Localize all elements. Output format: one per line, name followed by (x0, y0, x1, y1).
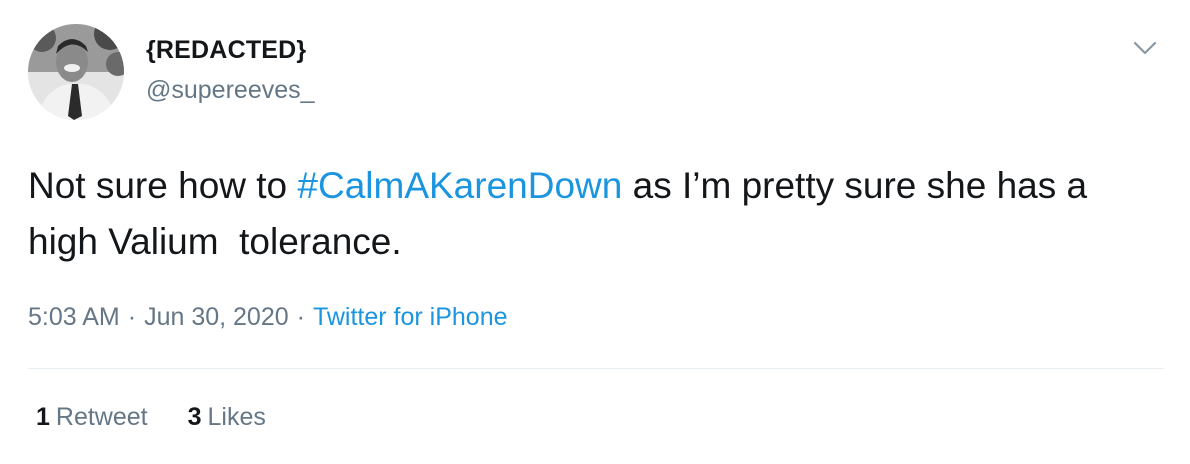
tweet-date[interactable]: Jun 30, 2020 (144, 303, 289, 331)
retweets-label: Retweet (55, 403, 148, 431)
tweet-text-start: Not sure how to (28, 165, 298, 206)
likes-count: 3 (187, 403, 202, 431)
likes-label: Likes (207, 403, 266, 431)
likes-stat[interactable]: 3 Likes (188, 403, 266, 432)
display-name[interactable]: {REDACTED} (146, 36, 306, 65)
tweet-card: {REDACTED} @supereeves_ Not sure how to … (0, 0, 1190, 464)
tweet-metadata: 5:03 AM · Jun 30, 2020 · Twitter for iPhone (28, 303, 508, 332)
user-handle[interactable]: @supereeves_ (146, 76, 315, 105)
avatar[interactable] (28, 24, 124, 120)
hashtag-link[interactable]: #CalmAKarenDown (297, 165, 622, 206)
engagement-stats: 1 Retweet 3 Likes (36, 403, 266, 432)
separator-dot: · (127, 303, 137, 331)
chevron-down-icon[interactable] (1131, 36, 1159, 60)
tweet-time[interactable]: 5:03 AM (28, 303, 120, 331)
retweets-stat[interactable]: 1 Retweet (36, 403, 148, 432)
avatar-photo (28, 24, 124, 120)
divider (28, 368, 1164, 369)
tweet-text: Not sure how to #CalmAKarenDown as I’m p… (28, 158, 1148, 270)
retweets-count: 1 (36, 403, 50, 431)
source-link[interactable]: Twitter for iPhone (313, 303, 508, 331)
separator-dot: · (296, 303, 305, 331)
